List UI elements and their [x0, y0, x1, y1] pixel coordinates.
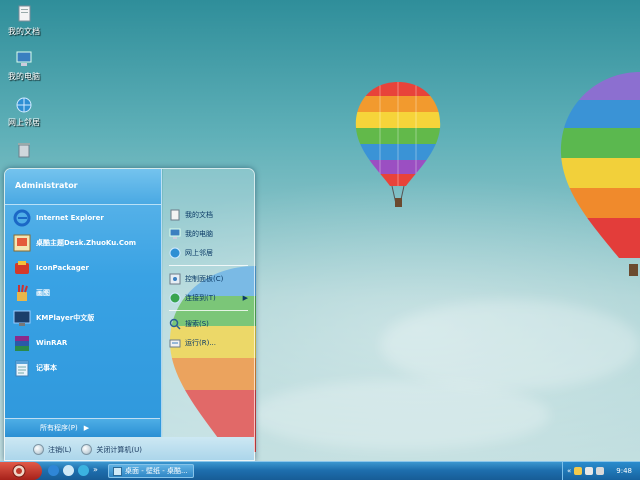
- program-internet-explorer[interactable]: Internet Explorer: [5, 205, 161, 230]
- program-iconpackager[interactable]: IconPackager: [5, 255, 161, 280]
- desktop-icon-recycle[interactable]: [4, 140, 44, 162]
- notepad-icon: [13, 359, 31, 377]
- computer-icon: [169, 228, 181, 240]
- clock[interactable]: 9:48: [616, 467, 632, 475]
- arrow-right-icon: ▶: [83, 424, 90, 432]
- program-label: KMPlayer中文版: [36, 313, 95, 322]
- show-desktop-icon[interactable]: [63, 465, 74, 476]
- place-label: 控制面板(C): [185, 274, 224, 283]
- system-tray: « 9:48: [562, 462, 640, 480]
- place-network[interactable]: 网上邻居: [163, 243, 254, 262]
- place-label: 我的文档: [185, 210, 213, 219]
- shutdown-label: 关闭计算机(U): [96, 445, 142, 454]
- tray-expand-icon[interactable]: «: [567, 467, 571, 475]
- place-my-documents[interactable]: 我的文档: [163, 205, 254, 224]
- program-paint[interactable]: 画图: [5, 280, 161, 305]
- place-label: 连接到(T): [185, 293, 216, 302]
- hot-air-balloon: [560, 72, 640, 276]
- place-control-panel[interactable]: 控制面板(C): [163, 269, 254, 288]
- program-label: IconPackager: [36, 263, 89, 272]
- recycle-bin-icon: [14, 140, 34, 160]
- user-name: Administrator: [5, 169, 161, 205]
- desktop-icon-my-documents[interactable]: 我的文档: [4, 4, 44, 37]
- volume-icon[interactable]: [596, 467, 605, 475]
- place-run[interactable]: 运行(R)...: [163, 333, 254, 352]
- program-label: Internet Explorer: [36, 213, 104, 222]
- place-my-computer[interactable]: 我的电脑: [163, 224, 254, 243]
- program-label: WinRAR: [36, 338, 68, 347]
- winrar-icon: [13, 334, 31, 352]
- place-label: 搜索(S): [185, 319, 209, 328]
- cloud: [380, 300, 640, 390]
- separator: [169, 310, 248, 311]
- network-icon: [169, 247, 181, 259]
- taskbar: » 桌面 - 壁纸 - 桌酷... « 9:48: [0, 461, 640, 480]
- desktop-icon-network[interactable]: 网上邻居: [4, 95, 44, 128]
- zhuoku-icon: [13, 234, 31, 252]
- power-icon: [81, 444, 93, 455]
- desktop-icon-my-computer[interactable]: 我的电脑: [4, 49, 44, 82]
- shutdown-button[interactable]: 关闭计算机(U): [81, 444, 142, 455]
- ie-quicklaunch-icon[interactable]: [48, 465, 59, 476]
- window-icon: [113, 466, 122, 476]
- start-menu-programs-pane: Administrator Internet Explorer 桌酷主题Desk…: [5, 169, 162, 437]
- start-button[interactable]: [0, 462, 42, 480]
- all-programs-button[interactable]: 所有程序(P) ▶: [5, 418, 160, 437]
- place-label: 运行(R)...: [185, 338, 217, 347]
- program-kmplayer[interactable]: KMPlayer中文版: [5, 305, 161, 330]
- desktop-icon-label: 我的电脑: [8, 72, 40, 81]
- network-tray-icon[interactable]: [585, 467, 594, 475]
- task-button[interactable]: 桌面 - 壁纸 - 桌酷...: [108, 464, 194, 478]
- arrow-right-icon: ▶: [242, 293, 248, 302]
- desktop-icon-label: 我的文档: [8, 27, 40, 36]
- ie-icon: [13, 209, 31, 227]
- quicklaunch-expand-icon[interactable]: »: [93, 465, 98, 474]
- all-programs-label: 所有程序(P): [40, 424, 78, 432]
- control-panel-icon: [169, 273, 181, 285]
- program-label: 画图: [36, 288, 50, 297]
- place-connect-to[interactable]: 连接到(T) ▶: [163, 288, 254, 307]
- program-zhuoku[interactable]: 桌酷主题Desk.ZhuoKu.Com: [5, 230, 161, 255]
- iconpackager-icon: [13, 259, 31, 277]
- logoff-icon: [33, 444, 44, 455]
- computer-icon: [14, 49, 34, 69]
- task-label: 桌面 - 壁纸 - 桌酷...: [125, 467, 188, 475]
- tray-icon[interactable]: [574, 467, 583, 475]
- run-icon: [169, 337, 181, 349]
- folder-documents-icon: [14, 4, 34, 24]
- start-menu-places-pane: 我的文档 我的电脑 网上邻居 控制面板(C) 连接到(T) ▶ 搜索(S) 运行…: [163, 169, 254, 437]
- paint-icon: [13, 284, 31, 302]
- start-menu: Administrator Internet Explorer 桌酷主题Desk…: [4, 168, 255, 461]
- program-label: 桌酷主题Desk.ZhuoKu.Com: [36, 238, 137, 247]
- documents-icon: [169, 209, 181, 221]
- media-quicklaunch-icon[interactable]: [78, 465, 89, 476]
- hot-air-balloon: [355, 82, 441, 207]
- start-orb-icon: [12, 464, 26, 478]
- connect-icon: [169, 292, 181, 304]
- start-menu-footer: 注销(L) 关闭计算机(U): [5, 437, 254, 460]
- logoff-label: 注销(L): [48, 445, 72, 454]
- program-label: 记事本: [36, 363, 57, 372]
- program-winrar[interactable]: WinRAR: [5, 330, 161, 355]
- program-notepad[interactable]: 记事本: [5, 355, 161, 380]
- separator: [169, 265, 248, 266]
- search-icon: [169, 318, 181, 330]
- place-search[interactable]: 搜索(S): [163, 314, 254, 333]
- cloud: [250, 380, 550, 450]
- logoff-button[interactable]: 注销(L): [33, 444, 71, 455]
- place-label: 网上邻居: [185, 248, 213, 257]
- desktop-icon-label: 网上邻居: [8, 118, 40, 127]
- kmplayer-icon: [13, 309, 31, 327]
- place-label: 我的电脑: [185, 229, 213, 238]
- places-header-spacer: [163, 169, 254, 205]
- globe-icon: [14, 95, 34, 115]
